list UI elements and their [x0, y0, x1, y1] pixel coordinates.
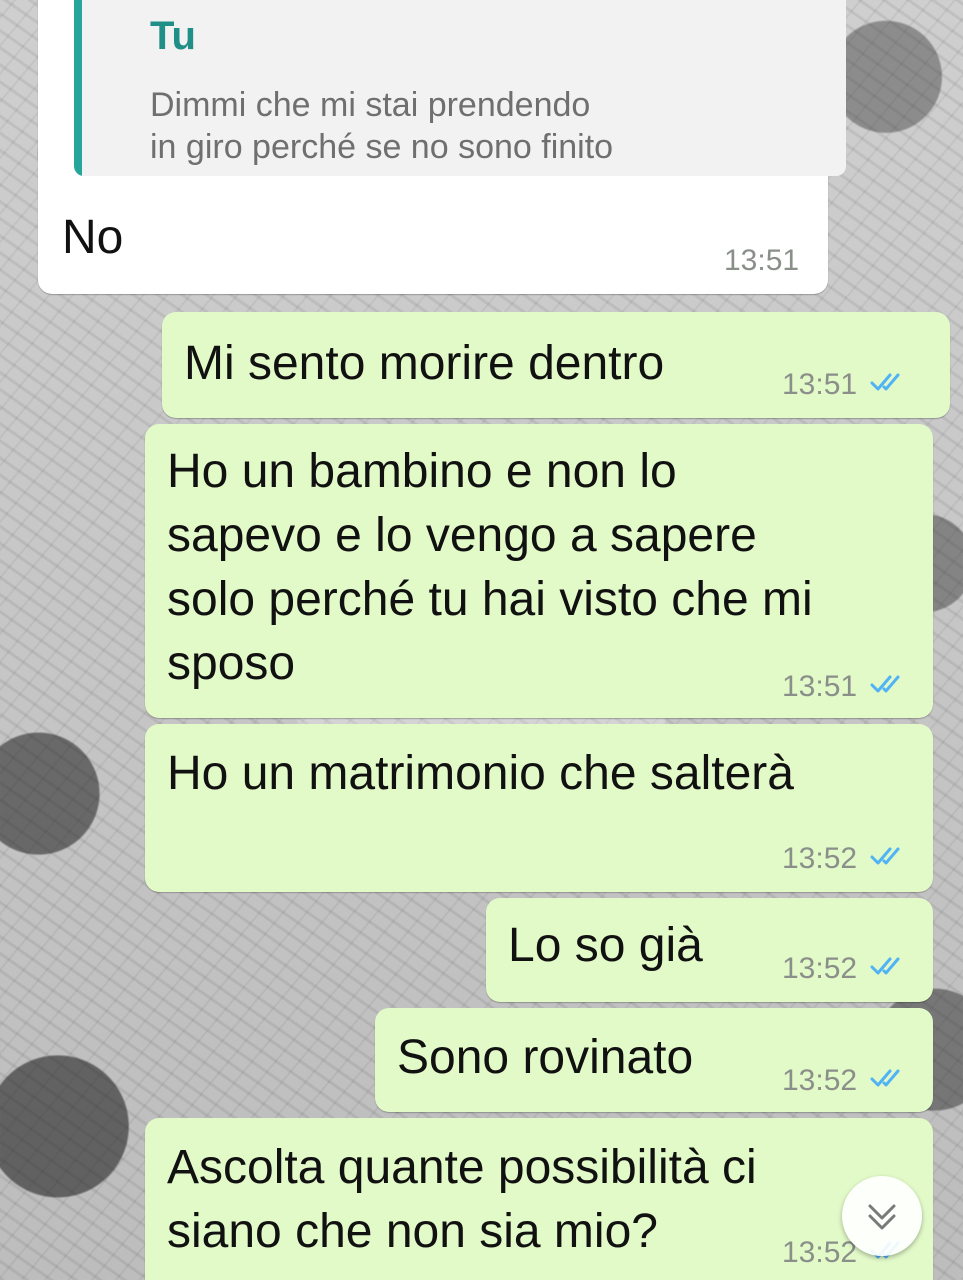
message-text: Lo so già [508, 914, 703, 978]
quote-text: Dimmi che mi stai prendendo in giro perc… [150, 84, 613, 168]
quote-text-line: in giro perché se no sono finito [150, 128, 614, 166]
outgoing-message[interactable]: Ascolta quante possibilità ci siano che … [145, 1118, 933, 1280]
message-line: sapevo e lo vengo a sapere [167, 509, 757, 562]
outgoing-message[interactable]: Ho un bambino e non lo sapevo e lo vengo… [145, 424, 933, 718]
outgoing-message[interactable]: Lo so già 13:52 [486, 898, 933, 1002]
message-line: Sono rovinato [397, 1031, 694, 1084]
double-check-icon [870, 957, 900, 975]
quote-accent-bar [74, 0, 82, 176]
double-chevron-down-icon [868, 1204, 896, 1230]
double-check-icon [870, 1069, 900, 1087]
message-text: Mi sento morire dentro [184, 332, 664, 396]
message-time: 13:51 [724, 244, 800, 277]
message-text: Sono rovinato [397, 1026, 693, 1090]
quote-text-line: Dimmi che mi stai prendendo [150, 86, 591, 124]
quoted-message[interactable]: Tu Dimmi che mi stai prendendo in giro p… [74, 0, 846, 176]
message-text: Ho un matrimonio che salterà [167, 742, 794, 806]
message-line: Mi sento morire dentro [184, 337, 665, 390]
outgoing-message[interactable]: Mi sento morire dentro 13:51 [162, 312, 950, 418]
message-line: sposo [167, 637, 296, 690]
message-time: 13:52 [782, 952, 858, 985]
incoming-message[interactable]: Tu Dimmi che mi stai prendendo in giro p… [38, 0, 846, 294]
message-text: No [62, 211, 124, 264]
message-time: 13:52 [782, 842, 858, 875]
message-time: 13:52 [782, 1236, 858, 1269]
double-check-icon [870, 373, 900, 391]
message-line: siano che non sia mio? [167, 1205, 658, 1258]
message-line: Ho un matrimonio che salterà [167, 747, 794, 800]
double-check-icon [870, 847, 900, 865]
quote-author: Tu [150, 14, 196, 58]
message-time: 13:52 [782, 1064, 858, 1097]
message-text: Ho un bambino e non lo sapevo e lo vengo… [167, 440, 813, 696]
scroll-to-bottom-button[interactable] [842, 1176, 922, 1256]
message-time: 13:51 [782, 368, 858, 401]
double-check-icon [870, 675, 900, 693]
message-line: solo perché tu hai visto che mi [167, 573, 813, 626]
message-line: Ascolta quante possibilità ci [167, 1141, 757, 1194]
message-time: 13:51 [782, 670, 858, 703]
message-line: Ho un bambino e non lo [167, 445, 677, 498]
outgoing-message[interactable]: Sono rovinato 13:52 [375, 1008, 933, 1112]
message-text: Ascolta quante possibilità ci siano che … [167, 1136, 757, 1264]
outgoing-message[interactable]: Ho un matrimonio che salterà 13:52 [145, 724, 933, 892]
message-line: Lo so già [508, 919, 703, 972]
